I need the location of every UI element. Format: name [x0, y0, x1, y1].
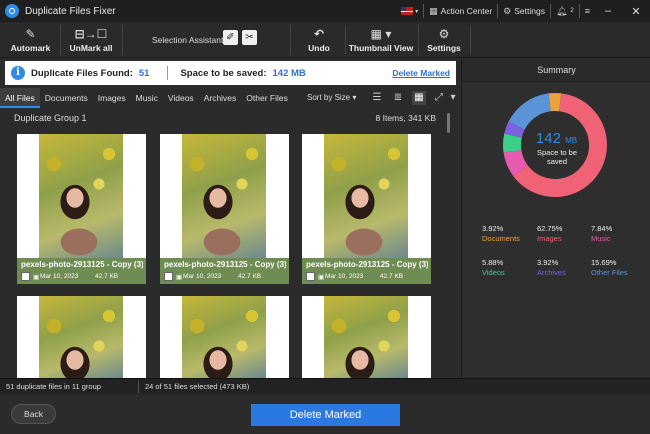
- chevron-down-icon: ▾: [352, 93, 357, 102]
- stat-archives: 3.92% Archives: [537, 258, 566, 277]
- tab-other-files[interactable]: Other Files: [241, 88, 293, 108]
- file-thumbnail: [39, 296, 123, 378]
- bottom-bar: Back Delete Marked: [0, 394, 650, 434]
- bell-icon: 🔔︎: [555, 5, 568, 16]
- settings-link[interactable]: ⚙ Settings: [503, 6, 545, 17]
- menu-icon[interactable]: ≡: [585, 6, 590, 16]
- file-date: Mar 10, 2023: [183, 273, 222, 280]
- delete-marked-link[interactable]: Delete Marked: [392, 68, 450, 78]
- found-label: Duplicate Files Found:: [31, 67, 133, 79]
- file-date: Mar 10, 2023: [325, 273, 364, 280]
- tab-videos[interactable]: Videos: [163, 88, 199, 108]
- magic-wand-icon: ✎: [25, 27, 36, 41]
- file-thumbnail: [324, 296, 408, 378]
- back-button[interactable]: Back: [11, 404, 56, 424]
- donut-label: Space to be saved: [536, 148, 578, 166]
- grid-view-icon[interactable]: ▦: [412, 91, 426, 105]
- space-label: Space to be saved:: [180, 67, 267, 79]
- file-thumbnail: [324, 134, 408, 258]
- tab-documents[interactable]: Documents: [40, 88, 93, 108]
- summary-panel: Summary 142 MB Space to be saved 3.92% D…: [461, 58, 650, 378]
- tab-music[interactable]: Music: [131, 88, 163, 108]
- notifications-button[interactable]: 🔔︎ 2: [556, 6, 574, 17]
- thumbnail-grid-icon: ▦ ▾: [370, 27, 392, 41]
- sort-by-dropdown[interactable]: Sort by Size ▾: [307, 93, 356, 102]
- file-size: 42.7 KB: [380, 273, 404, 280]
- grid-icon: ▦: [429, 5, 438, 16]
- found-count: 51: [138, 67, 150, 79]
- file-thumbnail: [182, 134, 266, 258]
- file-checkbox[interactable]: [21, 272, 30, 281]
- donut-total: 142 MB: [535, 130, 578, 147]
- file-card[interactable]: pexels-photo-2913125 - Copy (3)... ▣ Mar…: [17, 134, 146, 284]
- status-duplicates: 51 duplicate files in 11 group: [6, 382, 101, 391]
- file-name: pexels-photo-2913125 - Copy (3)...: [164, 260, 286, 269]
- group-count: 8 Items, 341 KB: [375, 113, 436, 123]
- action-center-link[interactable]: ▦ Action Center: [429, 6, 492, 17]
- minimize-button[interactable]: –: [594, 0, 622, 22]
- file-size: 42.7 KB: [238, 273, 262, 280]
- file-thumbnail: [39, 134, 123, 258]
- stat-documents: 3.92% Documents: [482, 224, 520, 243]
- app-logo-icon: [5, 4, 19, 18]
- selection-assistant-label: Selection Assistant: [152, 35, 224, 45]
- status-bar: 51 duplicate files in 11 group 24 of 51 …: [0, 378, 650, 394]
- file-card[interactable]: [17, 296, 146, 378]
- unmark-icon: ⊟→☐: [74, 27, 108, 41]
- file-card[interactable]: [160, 296, 289, 378]
- file-name: pexels-photo-2913125 - Copy (3)...: [21, 260, 143, 269]
- stat-videos: 5.88% Videos: [482, 258, 505, 277]
- file-card[interactable]: pexels-photo-2913125 - Copy (3)... ▣ Mar…: [160, 134, 289, 284]
- calendar-icon: ▣: [33, 274, 40, 281]
- info-icon: i: [11, 66, 25, 80]
- file-date: Mar 10, 2023: [40, 273, 79, 280]
- calendar-icon: ▣: [176, 274, 183, 281]
- selection-clear-icon[interactable]: ✂: [242, 30, 257, 45]
- expand-icon[interactable]: ⤢: [432, 91, 446, 105]
- selection-wand-icon[interactable]: ✐: [223, 30, 238, 45]
- automark-button[interactable]: ✎ Automark: [8, 22, 53, 58]
- unmark-all-button[interactable]: ⊟→☐ UnMark all: [66, 22, 116, 58]
- toolbar: ✎ Automark ⊟→☐ UnMark all Selection Assi…: [0, 22, 650, 58]
- file-thumbnail: [182, 296, 266, 378]
- title-bar: Duplicate Files Fixer ▾ ▦ Action Center ⚙…: [0, 0, 650, 22]
- chevron-down-icon[interactable]: ▾: [415, 8, 418, 15]
- stat-images: 62.75% Images: [537, 224, 563, 243]
- results-info-bar: i Duplicate Files Found: 51 Space to be …: [5, 61, 456, 85]
- calendar-icon: ▣: [318, 274, 325, 281]
- file-card[interactable]: [302, 296, 431, 378]
- file-card[interactable]: pexels-photo-2913125 - Copy (3)... ▣ Mar…: [302, 134, 431, 284]
- group-title: Duplicate Group 1: [14, 113, 87, 123]
- chevron-down-icon[interactable]: ▾: [448, 91, 458, 105]
- undo-icon: ↶: [313, 27, 325, 41]
- gear-icon: ⚙: [438, 27, 450, 41]
- delete-marked-button[interactable]: Delete Marked: [251, 404, 400, 426]
- file-checkbox[interactable]: [306, 272, 315, 281]
- file-type-tabs: All Files Documents Images Music Videos …: [0, 88, 460, 108]
- tab-archives[interactable]: Archives: [199, 88, 242, 108]
- stat-other-files: 15.69% Other Files: [591, 258, 628, 277]
- thumbnail-view-button[interactable]: ▦ ▾ Thumbnail View: [348, 22, 414, 58]
- status-selected: 24 of 51 files selected (473 KB): [145, 382, 250, 391]
- file-size: 42.7 KB: [95, 273, 119, 280]
- space-value: 142 MB: [272, 67, 306, 79]
- grid-scrollbar[interactable]: [447, 113, 450, 133]
- file-checkbox[interactable]: [164, 272, 173, 281]
- window-title: Duplicate Files Fixer: [25, 5, 116, 17]
- file-name: pexels-photo-2913125 - Copy (3)...: [306, 260, 428, 269]
- tab-images[interactable]: Images: [93, 88, 131, 108]
- undo-button[interactable]: ↶ Undo: [299, 22, 339, 58]
- close-button[interactable]: ✕: [622, 0, 650, 22]
- stat-music: 7.84% Music: [591, 224, 613, 243]
- detail-view-icon[interactable]: ≣: [391, 91, 405, 105]
- tab-all-files[interactable]: All Files: [0, 88, 40, 108]
- list-view-icon[interactable]: ☰: [370, 91, 384, 105]
- settings-button[interactable]: ⚙ Settings: [424, 22, 464, 58]
- gear-icon: ⚙: [503, 5, 512, 16]
- summary-title: Summary: [462, 58, 650, 82]
- language-flag-icon[interactable]: [401, 7, 414, 15]
